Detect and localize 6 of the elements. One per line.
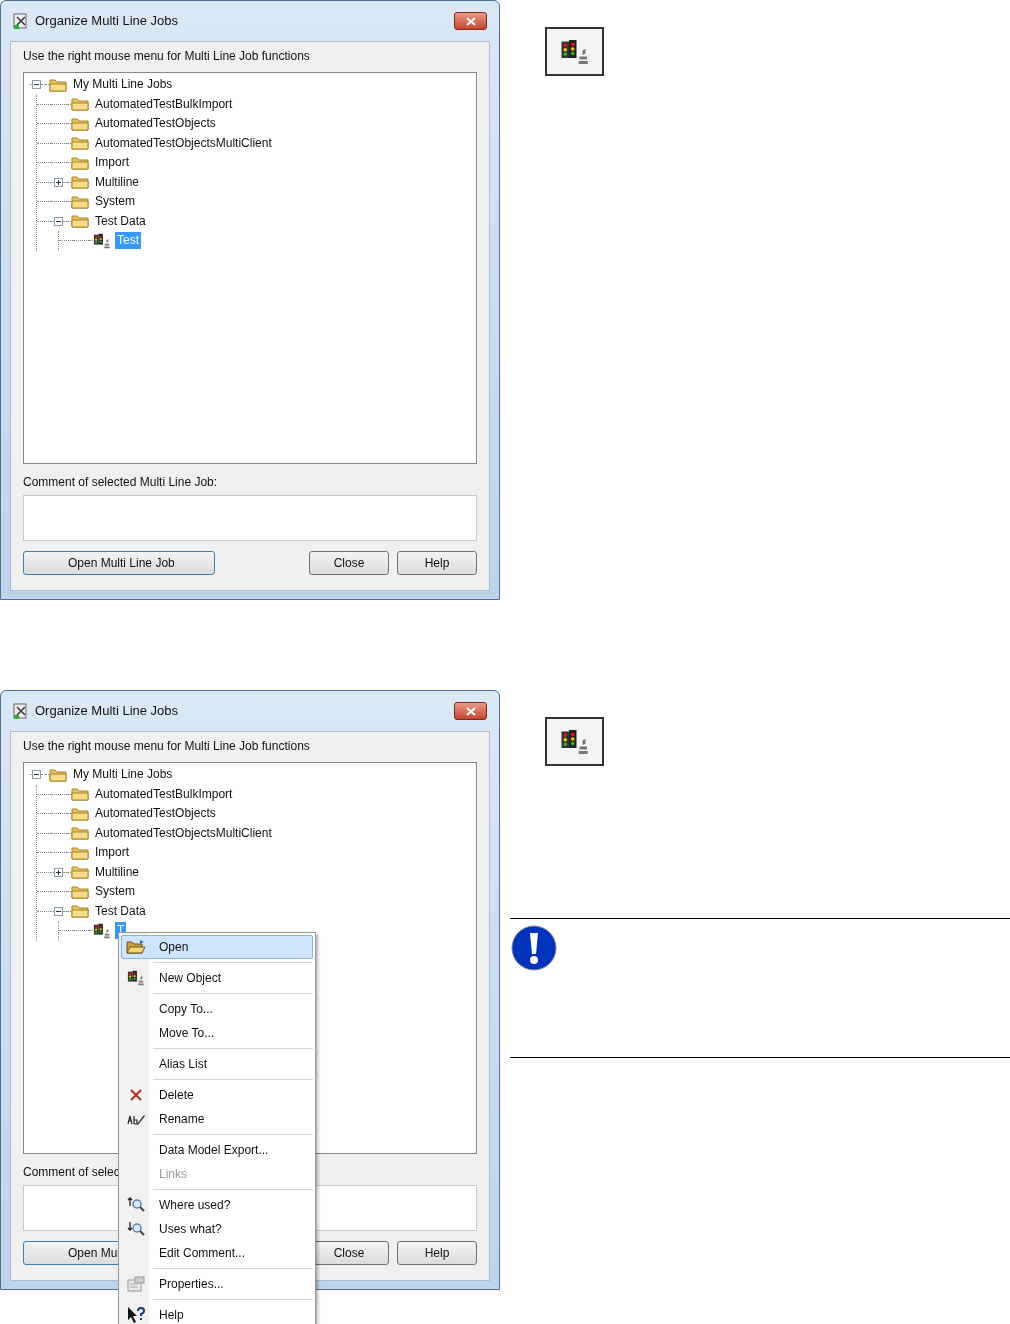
comment-label: Comment of selected Multi Line Job: bbox=[23, 474, 218, 491]
instruction-text: Use the right mouse menu for Multi Line Job functions bbox=[23, 48, 311, 65]
instruction-text: Use the right mouse menu for Multi Line Job functions bbox=[23, 738, 311, 755]
window-title: Organize Multi Line Jobs bbox=[35, 702, 179, 721]
window-title: Organize Multi Line Jobs bbox=[35, 12, 179, 31]
comment-label: Comment of selec bbox=[23, 1164, 120, 1181]
